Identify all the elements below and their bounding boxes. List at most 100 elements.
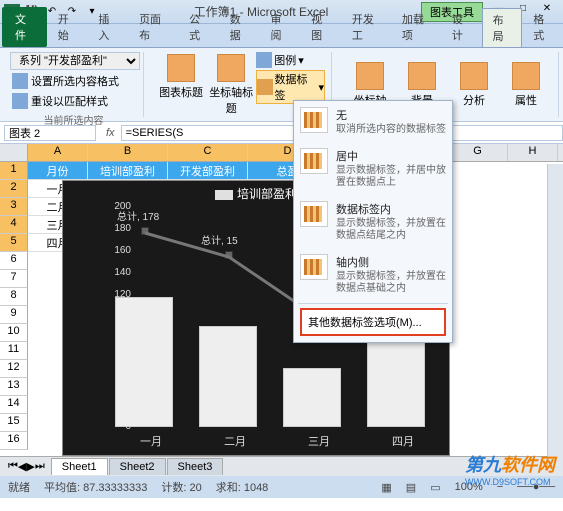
formula-bar-row: fx =SERIES(S$A$5, (0, 122, 563, 144)
x-tick: 二月 (195, 433, 275, 449)
dropdown-more-options[interactable]: 其他数据标签选项(M)... (300, 308, 446, 336)
tab-insert[interactable]: 插入 (87, 7, 128, 47)
status-avg: 平均值: 87.33333333 (44, 479, 147, 495)
x-tick: 三月 (279, 433, 359, 449)
tab-review[interactable]: 审阅 (259, 7, 300, 47)
data-label[interactable]: 总计, 15 (201, 232, 238, 247)
analysis-button[interactable]: 分析 (448, 52, 500, 117)
row-header[interactable]: 11 (0, 342, 28, 360)
option-icon (300, 254, 328, 280)
y-tick: 160 (101, 245, 131, 256)
chart-bar[interactable] (199, 326, 257, 427)
watermark: 第九软件网 WWW.D9SOFT.COM (465, 451, 555, 487)
legend-button[interactable]: 图例 ▾ (256, 52, 325, 68)
format-icon (12, 73, 28, 89)
tab-home[interactable]: 开始 (47, 7, 88, 47)
sheet-nav-prev[interactable]: ◀ (18, 460, 26, 473)
option-icon (300, 148, 328, 174)
row-header[interactable]: 16 (0, 432, 28, 450)
row-header[interactable]: 2 (0, 180, 28, 198)
data-label[interactable]: 总计, 178 (117, 208, 159, 223)
row-header[interactable]: 14 (0, 396, 28, 414)
tab-developer[interactable]: 开发工 (341, 7, 391, 47)
sheet-tab-3[interactable]: Sheet3 (167, 458, 224, 475)
row-header[interactable]: 9 (0, 306, 28, 324)
row-header[interactable]: 7 (0, 270, 28, 288)
tab-file[interactable]: 文件 (2, 7, 47, 47)
legend-swatch (215, 190, 233, 200)
background-icon (408, 62, 436, 90)
dropdown-item-center[interactable]: 居中显示数据标签，并居中放置在数据点上 (294, 142, 452, 195)
dropdown-item-inside-end[interactable]: 数据标签内显示数据标签，并放置在数据点结尾之内 (294, 195, 452, 248)
axis-title-icon (217, 54, 245, 82)
row-header[interactable]: 12 (0, 360, 28, 378)
vertical-scrollbar[interactable] (547, 164, 563, 471)
col-header-h[interactable]: H (508, 144, 558, 161)
chart-element-selector[interactable]: 系列 "开发部盈利" (10, 52, 140, 70)
status-ready: 就绪 (8, 479, 30, 495)
name-box[interactable] (4, 125, 96, 141)
col-header-c[interactable]: C (168, 144, 248, 161)
tab-chart-format[interactable]: 格式 (522, 7, 563, 47)
cell[interactable]: 开发部盈利 (168, 162, 248, 180)
tab-formula[interactable]: 公式 (178, 7, 219, 47)
row-header[interactable]: 6 (0, 252, 28, 270)
properties-button[interactable]: 属性 (500, 52, 552, 117)
chart-bar[interactable] (115, 297, 173, 427)
option-icon (300, 107, 328, 133)
cell[interactable]: 培训部盈利 (88, 162, 168, 180)
status-count: 计数: 20 (161, 479, 201, 495)
tab-chart-design[interactable]: 设计 (441, 7, 482, 47)
tab-chart-layout[interactable]: 布局 (482, 8, 523, 47)
option-icon (300, 201, 328, 227)
cell[interactable]: 月份 (28, 162, 88, 180)
chart-title-button[interactable]: 图表标题 (156, 52, 206, 102)
ribbon-group-selection: 系列 "开发部盈利" 设置所选内容格式 重设以匹配样式 当前所选内容 (4, 52, 144, 117)
chart-bar[interactable] (283, 368, 341, 427)
sheet-nav-first[interactable]: ⏮ (8, 460, 18, 473)
row-header[interactable]: 15 (0, 414, 28, 432)
view-layout-icon[interactable]: ▤ (406, 481, 416, 494)
chart-bar[interactable] (367, 331, 425, 427)
tab-view[interactable]: 视图 (300, 7, 341, 47)
view-pagebreak-icon[interactable]: ▭ (430, 481, 440, 494)
dropdown-item-none[interactable]: 无取消所选内容的数据标签 (294, 101, 452, 142)
axis-title-button[interactable]: 坐标轴标题 (206, 52, 256, 118)
format-selection-button[interactable]: 设置所选内容格式 (10, 72, 137, 90)
tab-data[interactable]: 数据 (219, 7, 260, 47)
y-tick: 140 (101, 267, 131, 278)
line-point[interactable] (141, 227, 149, 235)
sheet-tab-2[interactable]: Sheet2 (109, 458, 166, 475)
row-header[interactable]: 8 (0, 288, 28, 306)
select-all-corner[interactable] (0, 144, 28, 161)
sheet-nav-next[interactable]: ▶ (26, 460, 34, 473)
col-header-a[interactable]: A (28, 144, 88, 161)
row-header[interactable]: 13 (0, 378, 28, 396)
col-header-g[interactable]: G (448, 144, 508, 161)
row-header[interactable]: 4 (0, 216, 28, 234)
x-tick: 四月 (363, 433, 443, 449)
sheet-tab-1[interactable]: Sheet1 (51, 458, 108, 475)
y-tick: 180 (101, 223, 131, 234)
tab-page-layout[interactable]: 页面布 (128, 7, 178, 47)
tab-addin[interactable]: 加载项 (391, 7, 441, 47)
data-labels-button[interactable]: 数据标签 ▾ (256, 70, 325, 104)
legend-icon (256, 52, 272, 68)
x-tick: 一月 (111, 433, 191, 449)
fx-icon[interactable]: fx (100, 127, 121, 139)
row-header[interactable]: 10 (0, 324, 28, 342)
sheet-nav-last[interactable]: ⏭ (35, 460, 45, 473)
row-header[interactable]: 1 (0, 162, 28, 180)
dropdown-item-inside-base[interactable]: 轴内侧显示数据标签，并放置在数据点基础之内 (294, 248, 452, 301)
column-headers: A B C D E F G H (0, 144, 563, 162)
reset-icon (12, 93, 28, 109)
col-header-b[interactable]: B (88, 144, 168, 161)
view-normal-icon[interactable]: ▦ (381, 481, 391, 494)
worksheet-grid: A B C D E F G H 1 2 3 4 5 6 7 8 9 10 11 … (0, 144, 563, 456)
analysis-icon (460, 62, 488, 90)
row-header[interactable]: 5 (0, 234, 28, 252)
status-sum: 求和: 1048 (216, 479, 269, 495)
line-point[interactable] (225, 251, 233, 259)
reset-style-button[interactable]: 重设以匹配样式 (10, 92, 137, 110)
row-header[interactable]: 3 (0, 198, 28, 216)
